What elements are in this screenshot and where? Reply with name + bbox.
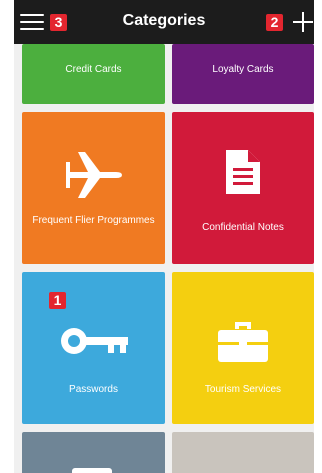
top-app-bar: 3 Categories 2 <box>14 0 314 44</box>
airplane-icon <box>66 152 122 198</box>
tile-label: Passwords <box>69 384 118 395</box>
tile-confidential-notes[interactable]: Confidential Notes <box>172 112 314 264</box>
tile-more-1[interactable] <box>22 432 165 473</box>
tile-label: Confidential Notes <box>202 222 284 233</box>
key-icon <box>61 328 128 354</box>
tile-label: Frequent Flier Programmes <box>32 215 155 226</box>
tile-label: Credit Cards <box>65 64 122 75</box>
card-icon <box>72 468 112 473</box>
tile-label: Loyalty Cards <box>212 64 274 75</box>
add-icon[interactable] <box>292 11 314 33</box>
briefcase-icon <box>218 322 268 362</box>
document-icon <box>226 150 260 194</box>
tile-more-2[interactable] <box>172 432 314 473</box>
app-screen: 3 Categories 2 Credit Cards Loyalty Card… <box>14 0 314 473</box>
tile-label: Tourism Services <box>204 384 282 395</box>
tile-credit-cards[interactable]: Credit Cards <box>22 44 165 104</box>
tile-frequent-flier[interactable]: Frequent Flier Programmes <box>22 112 165 264</box>
tile-passwords[interactable]: 1 Passwords <box>22 272 165 424</box>
tile-tourism-services[interactable]: Tourism Services <box>172 272 314 424</box>
passwords-badge: 1 <box>49 292 66 309</box>
tile-loyalty-cards[interactable]: Loyalty Cards <box>172 44 314 104</box>
add-badge: 2 <box>266 14 283 31</box>
